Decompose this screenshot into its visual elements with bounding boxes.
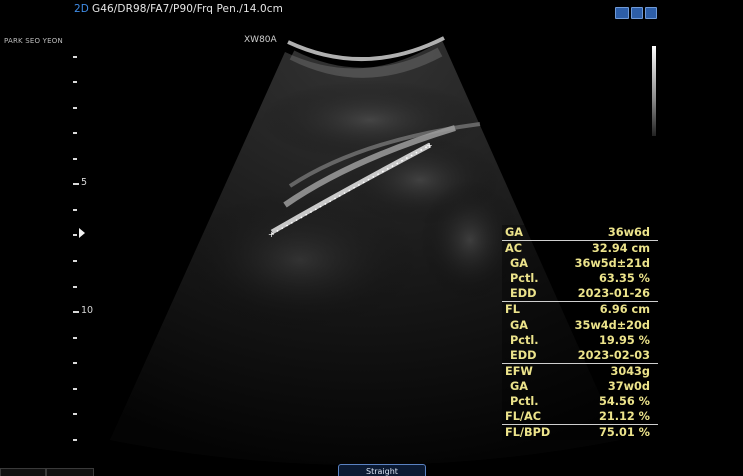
depth-label-10: 10: [81, 305, 94, 316]
depth-tick: [73, 413, 77, 415]
meas-fl-ac: FL/AC 21.12 %: [502, 409, 658, 424]
status-icons: [615, 7, 657, 19]
meas-value: 63.35 %: [599, 272, 650, 286]
depth-tick: [73, 209, 77, 211]
meas-label: GA: [510, 318, 529, 332]
depth-label-5: 5: [81, 177, 88, 188]
depth-tick: [73, 286, 77, 288]
meas-value: 37w0d: [607, 379, 650, 393]
grayscale-bar: [652, 46, 656, 136]
straight-button[interactable]: Straight: [338, 464, 426, 476]
meas-efw-ga: GA 37w0d: [502, 379, 658, 394]
meas-ac-edd: EDD 2023-01-26: [502, 286, 658, 301]
meas-value: 36w6d: [607, 226, 650, 239]
focus-marker-icon[interactable]: [79, 228, 85, 238]
probe-name: XW80A: [244, 35, 277, 45]
meas-value: 3043g: [610, 364, 650, 378]
meas-label: FL/AC: [505, 410, 542, 424]
meas-efw-pctl: Pctl. 54.56 %: [502, 394, 658, 409]
depth-tick: [73, 362, 77, 364]
ultrasound-screen: + + 2D G46/DR98/FA7/P90/Frq Pen./14.0cm P…: [0, 0, 743, 476]
depth-tick: [73, 439, 77, 441]
meas-label: EFW: [505, 364, 533, 378]
meas-label: FL/BPD: [505, 426, 551, 440]
depth-tick: [73, 81, 77, 83]
depth-tick: [73, 260, 77, 262]
svg-text:+: +: [426, 141, 433, 150]
meas-label: EDD: [510, 348, 537, 362]
meas-label: Pctl.: [510, 272, 539, 286]
depth-tick: [73, 311, 79, 313]
depth-tick: [73, 132, 77, 134]
meas-label: Pctl.: [510, 395, 539, 409]
meas-value: 36w5d±21d: [574, 257, 650, 271]
meas-value: 21.12 %: [599, 410, 650, 424]
meas-value: 19.95 %: [599, 333, 650, 347]
meas-label: AC: [505, 242, 523, 256]
depth-tick: [73, 158, 77, 160]
meas-value: 32.94 cm: [591, 242, 650, 256]
depth-tick: [73, 183, 79, 185]
measurement-panel: GA 36w6d AC 32.94 cm GA 36w5d±21d Pctl. …: [502, 225, 658, 441]
meas-ga: GA 36w6d: [502, 225, 658, 240]
bottom-tab-1[interactable]: [0, 468, 46, 476]
status-icon-3: [645, 7, 657, 19]
bottom-tab-2[interactable]: [46, 468, 94, 476]
meas-value: 75.01 %: [599, 426, 650, 440]
meas-fl-pctl: Pctl. 19.95 %: [502, 333, 658, 348]
status-icon-2: [631, 7, 643, 19]
depth-tick: [73, 337, 77, 339]
status-icon-1: [615, 7, 629, 19]
depth-tick: [73, 107, 77, 109]
meas-fl-edd: EDD 2023-02-03: [502, 348, 658, 363]
svg-text:+: +: [268, 230, 275, 239]
meas-ac-ga: GA 36w5d±21d: [502, 256, 658, 271]
meas-value: 35w4d±20d: [574, 318, 650, 332]
depth-scale: 5 10: [0, 0, 100, 476]
meas-value: 2023-02-03: [577, 348, 650, 362]
meas-label: FL: [505, 303, 520, 317]
depth-tick: [73, 56, 77, 58]
meas-label: GA: [510, 379, 529, 393]
imaging-parameters: 2D G46/DR98/FA7/P90/Frq Pen./14.0cm: [74, 3, 283, 15]
meas-fl-bpd: FL/BPD 75.01 %: [502, 424, 658, 440]
meas-ac: AC 32.94 cm: [502, 240, 658, 256]
meas-label: GA: [505, 226, 524, 239]
meas-label: Pctl.: [510, 333, 539, 347]
meas-value: 2023-01-26: [577, 287, 650, 301]
meas-label: GA: [510, 257, 529, 271]
meas-ac-pctl: Pctl. 63.35 %: [502, 271, 658, 286]
depth-tick: [73, 234, 77, 236]
meas-fl: FL 6.96 cm: [502, 301, 658, 317]
meas-value: 54.56 %: [599, 395, 650, 409]
meas-label: EDD: [510, 287, 537, 301]
meas-efw: EFW 3043g: [502, 362, 658, 379]
meas-fl-ga: GA 35w4d±20d: [502, 318, 658, 333]
depth-tick: [73, 388, 77, 390]
parameter-string: G46/DR98/FA7/P90/Frq Pen./14.0cm: [91, 3, 283, 15]
meas-value: 6.96 cm: [599, 303, 650, 317]
